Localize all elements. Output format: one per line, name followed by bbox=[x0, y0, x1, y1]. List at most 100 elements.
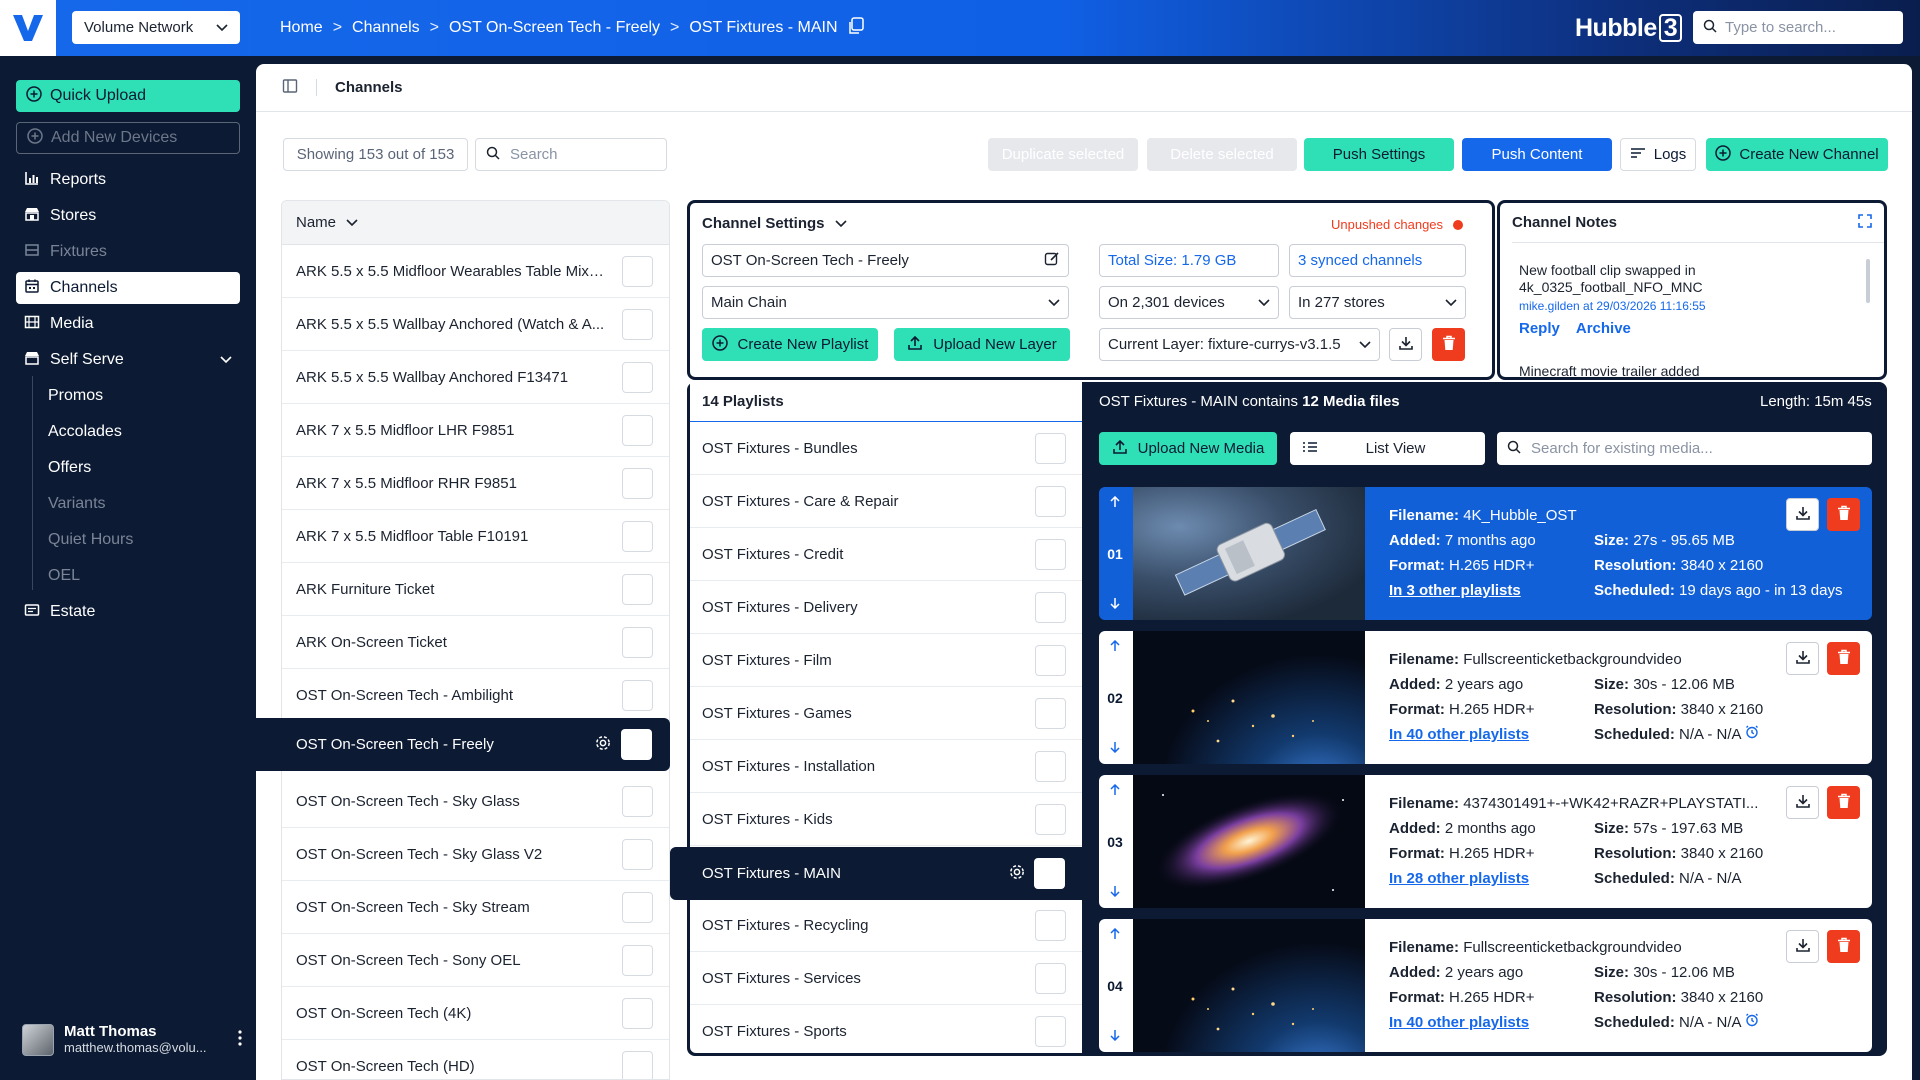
quick-upload-button[interactable]: Quick Upload bbox=[16, 80, 240, 112]
arrow-up-icon[interactable] bbox=[1110, 783, 1120, 799]
media-item[interactable]: 04 Filename: Fullscreenticketbackgroundv… bbox=[1099, 919, 1872, 1052]
arrow-down-icon[interactable] bbox=[1110, 740, 1120, 756]
arrow-up-icon[interactable] bbox=[1110, 495, 1120, 511]
sidebar-item-stores[interactable]: Stores bbox=[16, 200, 240, 232]
media-thumbnail[interactable] bbox=[1133, 775, 1365, 908]
row-checkbox[interactable] bbox=[1035, 698, 1066, 729]
row-checkbox[interactable] bbox=[1035, 486, 1066, 517]
channel-search-input[interactable]: Search bbox=[475, 138, 667, 171]
media-thumbnail[interactable] bbox=[1133, 919, 1365, 1052]
other-playlists-link[interactable]: In 28 other playlists bbox=[1389, 870, 1529, 887]
channel-row[interactable]: OST On-Screen Tech - Ambilight bbox=[282, 669, 669, 722]
row-checkbox[interactable] bbox=[622, 574, 653, 605]
network-select[interactable]: Volume Network bbox=[72, 11, 240, 44]
row-checkbox[interactable] bbox=[622, 627, 653, 658]
playlist-row[interactable]: OST Fixtures - Care & Repair bbox=[690, 475, 1082, 528]
media-item[interactable]: 01 Filename: 4K_Hubble_OST Added: 7 mont… bbox=[1099, 487, 1872, 620]
chevron-down-icon[interactable] bbox=[220, 351, 232, 369]
logs-button[interactable]: Logs bbox=[1620, 138, 1696, 171]
row-checkbox[interactable] bbox=[1035, 963, 1066, 994]
devices-select[interactable]: On 2,301 devices bbox=[1099, 286, 1279, 319]
expand-icon[interactable] bbox=[1858, 213, 1872, 232]
other-playlists-link[interactable]: In 40 other playlists bbox=[1389, 1014, 1529, 1031]
row-checkbox[interactable] bbox=[622, 468, 653, 499]
sidebar-item-self-serve[interactable]: Self Serve bbox=[16, 344, 240, 376]
channel-row[interactable]: ARK Furniture Ticket bbox=[282, 563, 669, 616]
channel-list-header[interactable]: Name bbox=[282, 201, 669, 245]
media-thumbnail[interactable] bbox=[1133, 631, 1365, 764]
playlist-row[interactable]: OST Fixtures - Services bbox=[690, 952, 1082, 1005]
media-delete-button[interactable] bbox=[1827, 498, 1860, 531]
sidebar-subitem-quiet-hours[interactable]: Quiet Hours bbox=[48, 524, 133, 556]
channel-row[interactable]: OST On-Screen Tech (4K) bbox=[282, 987, 669, 1040]
create-playlist-button[interactable]: Create New Playlist bbox=[702, 328, 878, 361]
media-download-button[interactable] bbox=[1786, 498, 1819, 531]
row-checkbox[interactable] bbox=[1035, 592, 1066, 623]
playlist-row[interactable]: OST Fixtures - Credit bbox=[690, 528, 1082, 581]
stores-select[interactable]: In 277 stores bbox=[1289, 286, 1466, 319]
row-checkbox[interactable] bbox=[622, 521, 653, 552]
upload-media-button[interactable]: Upload New Media bbox=[1099, 432, 1277, 465]
archive-link[interactable]: Archive bbox=[1576, 320, 1631, 337]
media-thumbnail[interactable] bbox=[1133, 487, 1365, 620]
row-checkbox[interactable] bbox=[622, 680, 653, 711]
row-checkbox[interactable] bbox=[622, 415, 653, 446]
channel-row[interactable]: ARK 7 x 5.5 Midfloor LHR F9851 bbox=[282, 404, 669, 457]
media-item[interactable]: 03 Filename: 4374301491+-+WK42+RAZR+PLAY… bbox=[1099, 775, 1872, 908]
playlist-row[interactable]: OST Fixtures - Installation bbox=[690, 740, 1082, 793]
media-delete-button[interactable] bbox=[1827, 642, 1860, 675]
add-devices-button[interactable]: Add New Devices bbox=[16, 122, 240, 154]
upload-layer-button[interactable]: Upload New Layer bbox=[894, 328, 1070, 361]
row-checkbox[interactable] bbox=[622, 362, 653, 393]
sidebar-toggle-icon[interactable] bbox=[282, 78, 298, 98]
other-playlists-link[interactable]: In 3 other playlists bbox=[1389, 582, 1521, 599]
arrow-down-icon[interactable] bbox=[1110, 884, 1120, 900]
arrow-down-icon[interactable] bbox=[1110, 596, 1120, 612]
playlist-row[interactable]: OST Fixtures - Recycling bbox=[690, 899, 1082, 952]
playlist-row[interactable]: OST Fixtures - Delivery bbox=[690, 581, 1082, 634]
row-checkbox[interactable] bbox=[622, 998, 653, 1029]
push-settings-button[interactable]: Push Settings bbox=[1304, 138, 1454, 171]
alarm-clock-icon[interactable] bbox=[1745, 725, 1759, 743]
row-checkbox[interactable] bbox=[1034, 858, 1065, 889]
sidebar-item-fixtures[interactable]: Fixtures bbox=[16, 236, 240, 268]
media-delete-button[interactable] bbox=[1827, 930, 1860, 963]
arrow-up-icon[interactable] bbox=[1110, 927, 1120, 943]
channel-row[interactable]: ARK 5.5 x 5.5 Midfloor Wearables Table M… bbox=[282, 245, 669, 298]
row-checkbox[interactable] bbox=[622, 786, 653, 817]
channel-row[interactable]: OST On-Screen Tech - Sky Stream bbox=[282, 881, 669, 934]
row-checkbox[interactable] bbox=[622, 1051, 653, 1079]
duplicate-selected-button[interactable]: Duplicate selected bbox=[988, 138, 1138, 171]
gear-icon[interactable] bbox=[1008, 863, 1026, 885]
channel-row[interactable]: ARK 7 x 5.5 Midfloor RHR F9851 bbox=[282, 457, 669, 510]
alarm-clock-icon[interactable] bbox=[1745, 1013, 1759, 1031]
global-search-input[interactable]: Type to search... bbox=[1693, 11, 1903, 44]
channel-row[interactable]: OST On-Screen Tech - Sky Glass V2 bbox=[282, 828, 669, 881]
current-layer-select[interactable]: Current Layer: fixture-currys-v3.1.5 bbox=[1099, 328, 1380, 361]
sidebar-subitem-variants[interactable]: Variants bbox=[48, 488, 106, 520]
copy-icon[interactable] bbox=[848, 16, 864, 40]
edit-icon[interactable] bbox=[1044, 251, 1060, 271]
row-checkbox[interactable] bbox=[1035, 751, 1066, 782]
row-checkbox[interactable] bbox=[622, 309, 653, 340]
row-checkbox[interactable] bbox=[1035, 1016, 1066, 1047]
row-checkbox[interactable] bbox=[1035, 645, 1066, 676]
row-checkbox[interactable] bbox=[1035, 539, 1066, 570]
synced-channels-field[interactable]: 3 synced channels bbox=[1289, 244, 1466, 277]
row-checkbox[interactable] bbox=[621, 729, 652, 760]
gear-icon[interactable] bbox=[594, 734, 612, 756]
arrow-up-icon[interactable] bbox=[1110, 639, 1120, 655]
breadcrumb-channels[interactable]: Channels bbox=[352, 19, 420, 37]
media-delete-button[interactable] bbox=[1827, 786, 1860, 819]
sidebar-item-media[interactable]: Media bbox=[16, 308, 240, 340]
row-checkbox[interactable] bbox=[622, 892, 653, 923]
channel-name-field[interactable]: OST On-Screen Tech - Freely bbox=[702, 244, 1069, 277]
channel-row[interactable]: OST On-Screen Tech - Sony OEL bbox=[282, 934, 669, 987]
channel-row[interactable]: ARK On-Screen Ticket bbox=[282, 616, 669, 669]
chain-select[interactable]: Main Chain bbox=[702, 286, 1069, 319]
push-content-button[interactable]: Push Content bbox=[1462, 138, 1612, 171]
playlist-row[interactable]: OST Fixtures - Sports bbox=[690, 1005, 1082, 1053]
media-download-button[interactable] bbox=[1786, 930, 1819, 963]
playlist-row[interactable]: OST Fixtures - Film bbox=[690, 634, 1082, 687]
media-item[interactable]: 02 Filename: Fullscreenticketbackgroundv… bbox=[1099, 631, 1872, 764]
